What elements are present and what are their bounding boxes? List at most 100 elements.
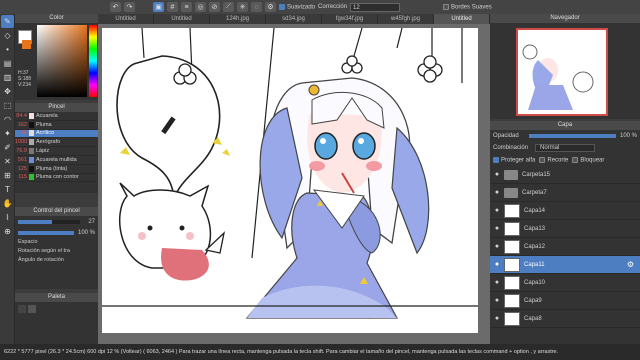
tab-untitled-2[interactable]: Untitled	[154, 14, 210, 24]
folder-icon	[504, 169, 518, 180]
select-eraser-icon[interactable]: ✕	[1, 155, 14, 168]
clip-checkbox[interactable]: Recorte	[539, 156, 568, 163]
magic-wand-icon[interactable]: ✦	[1, 127, 14, 140]
move-tool-icon[interactable]: ✥	[1, 85, 14, 98]
canvas-area[interactable]	[98, 24, 490, 344]
navigator-preview[interactable]	[516, 28, 608, 116]
brush-item[interactable]: 1000 Aerógrafo	[15, 138, 98, 148]
tool-column: ✎ ◇ • ▤ ▥ ✥ ⬚ ◠ ✦ ✐ ✕ ⊞ T ✋ ⌇ ⊕	[0, 14, 15, 344]
snap-radial-icon[interactable]: ✳	[237, 2, 248, 12]
brush-size-value: 27	[88, 218, 95, 225]
layer-row[interactable]: ● Capa12	[490, 238, 640, 256]
snap-circle-icon[interactable]: ◎	[195, 2, 206, 12]
select-rect-icon[interactable]: ⬚	[1, 99, 14, 112]
layer-opacity-slider[interactable]	[529, 134, 616, 138]
drawing-canvas[interactable]	[102, 27, 478, 333]
correccion-input[interactable]: 12	[350, 2, 401, 12]
brush-tool-icon[interactable]: ✎	[1, 15, 14, 28]
snap-lines-icon[interactable]: ≡	[181, 2, 192, 12]
brush-item[interactable]: 46 Acrílico	[15, 129, 98, 139]
bordes-suaves-checkbox[interactable]: Bordes Suaves	[443, 3, 492, 10]
snap-off-icon[interactable]: ⊘	[209, 2, 220, 12]
palette-swatch[interactable]	[18, 305, 26, 313]
tab-sd34[interactable]: sd34.jpg	[266, 14, 322, 24]
layer-row[interactable]: ● Capa10	[490, 274, 640, 292]
suavizado-checkbox[interactable]: Suavizado	[279, 3, 315, 10]
snap-perspective-icon[interactable]: ⟋	[223, 2, 234, 12]
brush-item[interactable]: 561 Acuarela mullida	[15, 156, 98, 165]
select-pen-icon[interactable]: ✐	[1, 141, 14, 154]
brush-item[interactable]: 84.4 Acuarela	[15, 112, 98, 121]
layer-opacity-row: Opacidad 100 %	[490, 130, 640, 142]
snap-settings-icon[interactable]: ⚙	[265, 2, 276, 12]
visibility-eye-icon[interactable]: ●	[490, 279, 504, 286]
layer-row[interactable]: ● Capa14	[490, 202, 640, 220]
lock-checkbox[interactable]: Bloquear	[572, 156, 604, 163]
hue-slider[interactable]	[89, 25, 97, 97]
layer-row[interactable]: ● Carpeta15	[490, 166, 640, 184]
option-espacio[interactable]: Espacio	[15, 238, 98, 247]
app-window: ↶ ↷ ▣ # ≡ ◎ ⊘ ⟋ ✳ ◌ ⚙ Suavizado Correcci…	[0, 0, 640, 360]
layer-thumbnail	[504, 203, 520, 218]
option-rotacion[interactable]: Rotación según el tra	[15, 247, 98, 256]
fill-tool-icon[interactable]: ▤	[1, 57, 14, 70]
option-angulo[interactable]: Ángulo de rotación	[15, 256, 98, 265]
gradient-tool-icon[interactable]: ▥	[1, 71, 14, 84]
layer-row[interactable]: ● Capa9	[490, 292, 640, 310]
undo-icon[interactable]: ↶	[110, 2, 121, 12]
brush-control-title: Control del pincel	[15, 207, 98, 216]
brush-size: 561	[17, 156, 27, 163]
brush-item[interactable]: 162 Pluma	[15, 121, 98, 130]
brush-size: 1000	[15, 139, 28, 146]
layer-row[interactable]: ● Capa13	[490, 220, 640, 238]
visibility-eye-icon[interactable]: ●	[490, 207, 504, 214]
layer-opacity-value: 100 %	[619, 133, 637, 139]
brush-color-chip	[29, 174, 34, 181]
visibility-eye-icon[interactable]: ●	[490, 297, 504, 304]
brush-opacity-slider[interactable]	[18, 230, 74, 235]
zoom-tool-icon[interactable]: ⊕	[1, 225, 14, 238]
text-tool-icon[interactable]: T	[1, 183, 14, 196]
tab-w45fgh[interactable]: w45fgh.jpg	[378, 14, 434, 24]
tab-fgw34f[interactable]: fgw34f.jpg	[322, 14, 378, 24]
hand-tool-icon[interactable]: ✋	[1, 197, 14, 210]
tab-untitled-1[interactable]: Untitled	[98, 14, 154, 24]
correccion-label: Corrección	[318, 4, 348, 10]
layer-row[interactable]: ● Carpeta7	[490, 184, 640, 202]
tab-124h[interactable]: 124h.jpg	[210, 14, 266, 24]
background-color-swatch[interactable]	[22, 40, 31, 49]
brush-size: 115	[18, 174, 27, 181]
brush-item[interactable]: 125 Pluma (tinta)	[15, 165, 98, 174]
layer-opacity-label: Opacidad	[493, 133, 519, 139]
lasso-tool-icon[interactable]: ◠	[1, 113, 14, 126]
visibility-eye-icon[interactable]: ●	[490, 225, 504, 232]
brush-item[interactable]: 115 Pluma con contor	[15, 174, 98, 183]
tab-untitled-3[interactable]: Untitled	[434, 14, 490, 24]
layer-name: Capa11	[524, 261, 545, 268]
divide-tool-icon[interactable]: ⊞	[1, 169, 14, 182]
visibility-eye-icon[interactable]: ●	[490, 243, 504, 250]
eyedropper-icon[interactable]: ⌇	[1, 211, 14, 224]
brush-size-slider[interactable]	[18, 219, 80, 224]
snap-grid-icon[interactable]: #	[167, 2, 178, 12]
eraser-tool-icon[interactable]: ◇	[1, 29, 14, 42]
visibility-eye-icon[interactable]: ●	[490, 189, 504, 196]
visibility-eye-icon[interactable]: ●	[490, 315, 504, 322]
palette-swatch[interactable]	[28, 305, 36, 313]
redo-icon[interactable]: ↷	[124, 2, 135, 12]
snap-curve-icon[interactable]: ◌	[251, 2, 262, 12]
visibility-eye-icon[interactable]: ●	[490, 171, 504, 178]
blend-select[interactable]: Normal	[535, 144, 595, 152]
saturation-value-picker[interactable]	[37, 25, 87, 97]
layer-settings-icon[interactable]: ⚙	[627, 260, 634, 269]
select-tool-icon[interactable]: ▣	[153, 2, 164, 12]
protect-alpha-checkbox[interactable]: Proteger alfa	[493, 156, 535, 163]
brush-item[interactable]: 76.9 Lápiz	[15, 147, 98, 156]
dot-tool-icon[interactable]: •	[1, 43, 14, 56]
layer-row[interactable]: ● Capa8	[490, 310, 640, 328]
layers-title: Capa	[490, 121, 640, 130]
palette-title: Paleta	[15, 293, 98, 302]
layers-panel: Capa Opacidad 100 % Combinación Normal P…	[490, 121, 640, 344]
layer-row[interactable]: ● Capa11 ⚙	[490, 256, 640, 274]
visibility-eye-icon[interactable]: ●	[490, 261, 504, 268]
